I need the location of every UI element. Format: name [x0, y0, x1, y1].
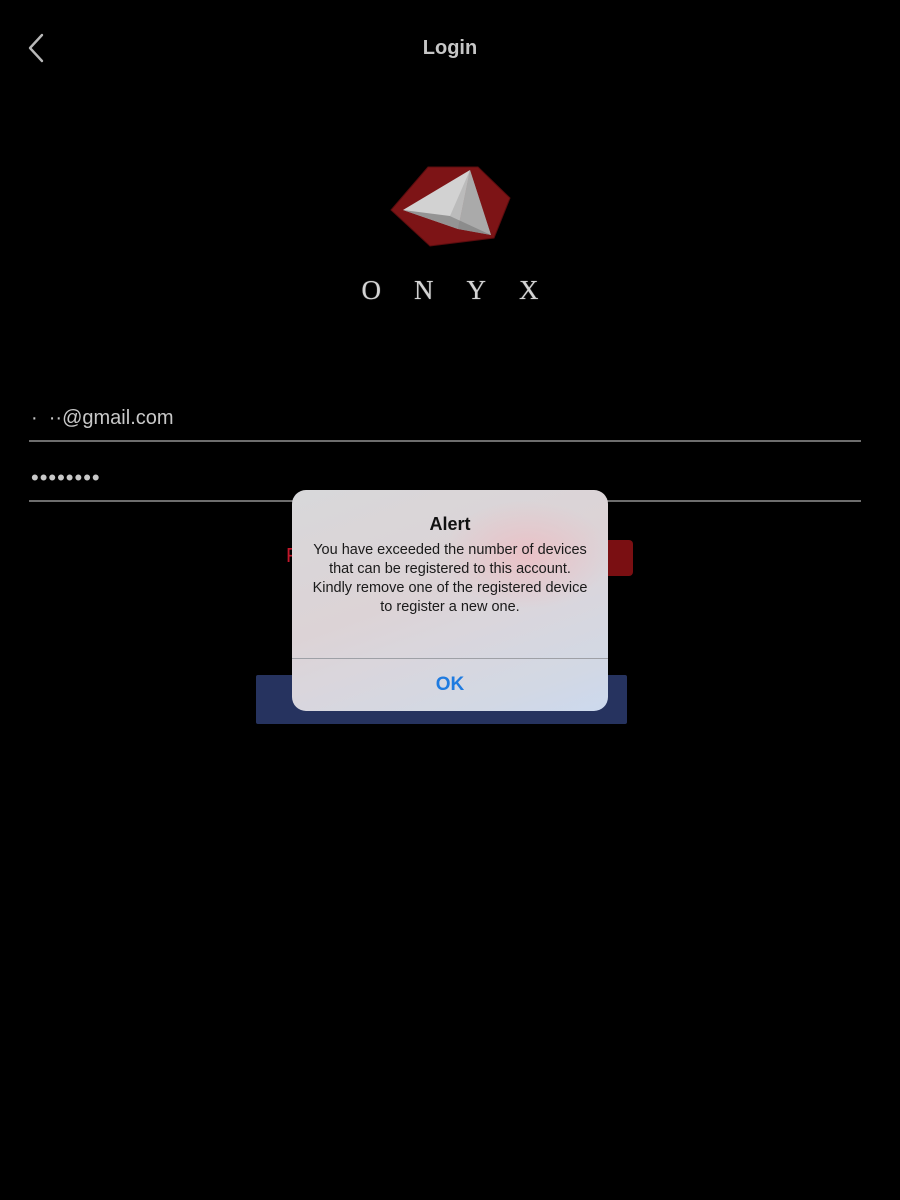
email-field[interactable]: [29, 396, 861, 442]
alert-dialog: Alert You have exceeded the number of de…: [292, 490, 608, 711]
page-title: Login: [422, 37, 478, 59]
email-input[interactable]: [29, 396, 861, 440]
onyx-gem-logo: [390, 166, 511, 247]
alert-title: Alert: [429, 514, 471, 534]
brand-wordmark: ONYX: [361, 275, 572, 305]
login-screen: Login ONYX F Alert You have exceeded the…: [0, 0, 900, 1200]
alert-message: You have exceeded the number of devices …: [312, 542, 588, 615]
alert-ok-button[interactable]: OK: [292, 659, 608, 711]
